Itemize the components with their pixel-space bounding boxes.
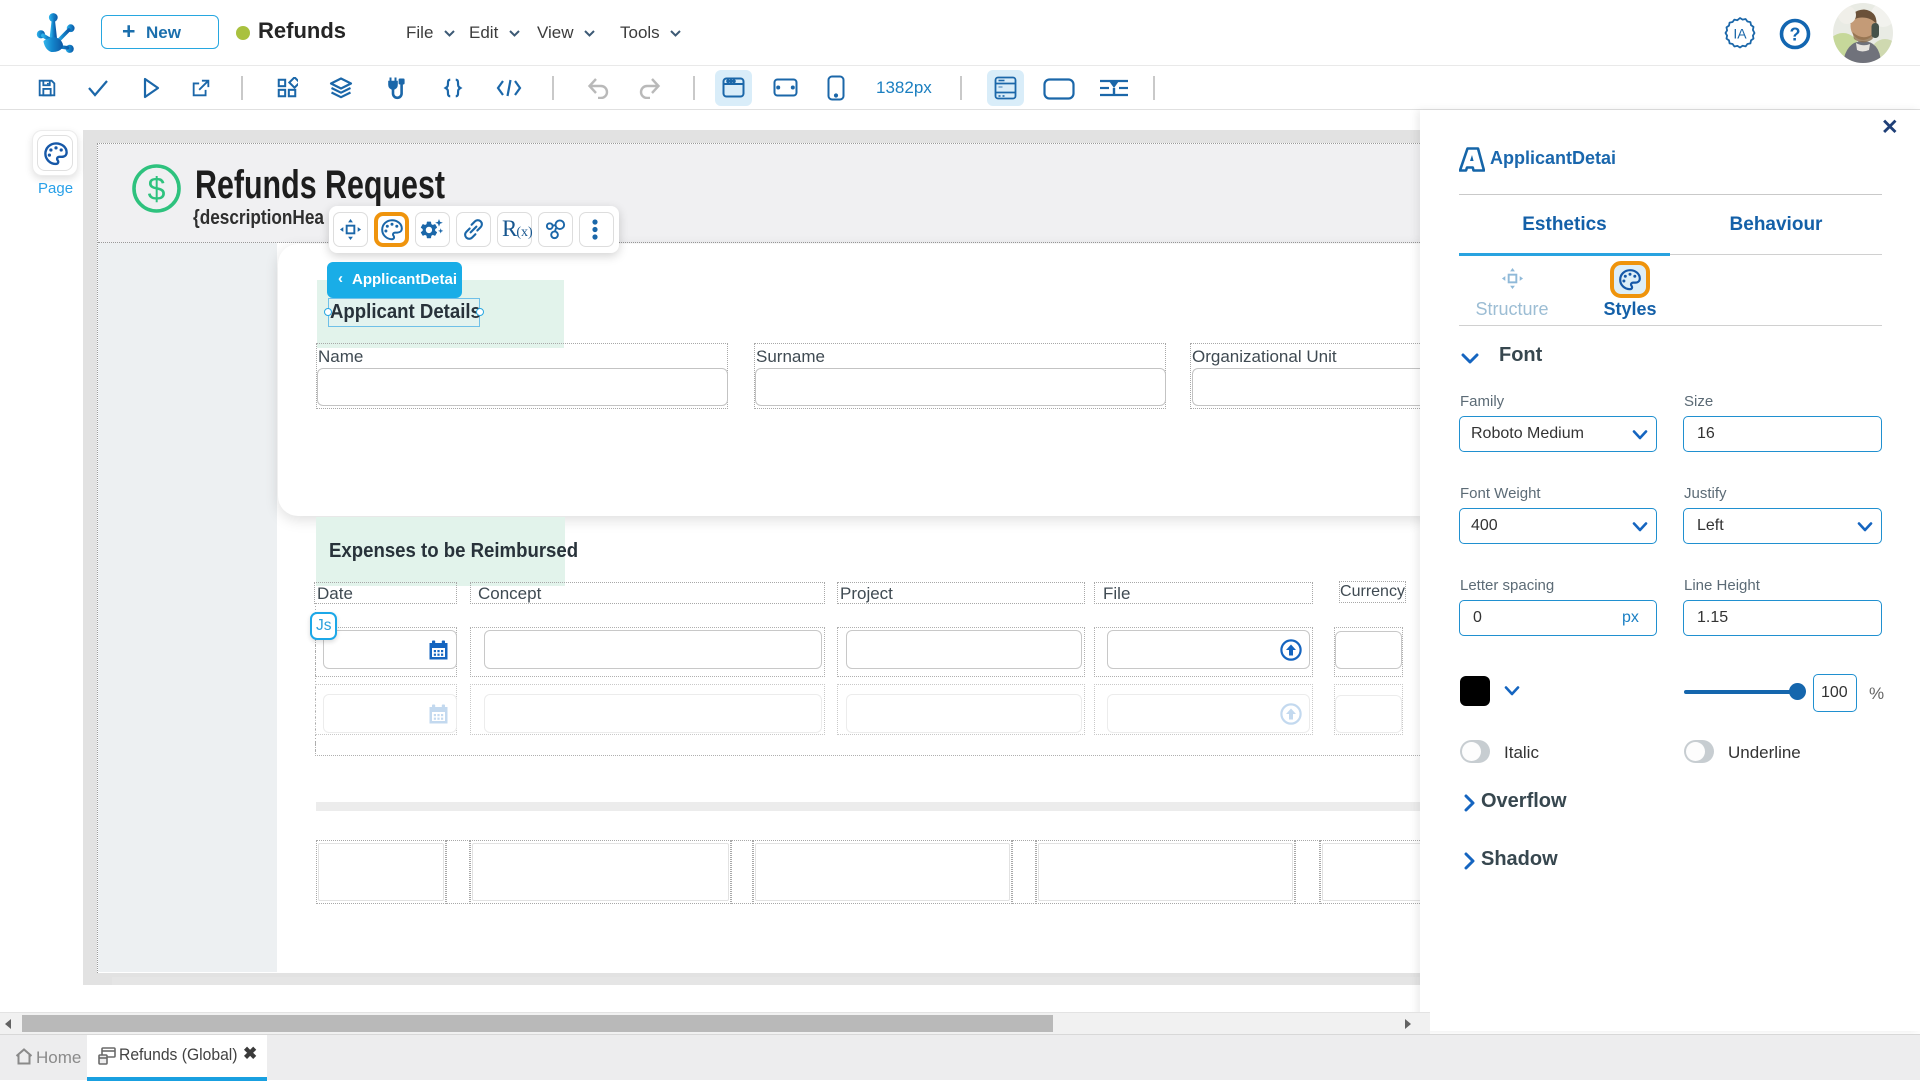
svg-text:$: $	[148, 171, 166, 207]
svg-text:?: ?	[1790, 25, 1801, 45]
svg-text:IA: IA	[1733, 26, 1747, 42]
